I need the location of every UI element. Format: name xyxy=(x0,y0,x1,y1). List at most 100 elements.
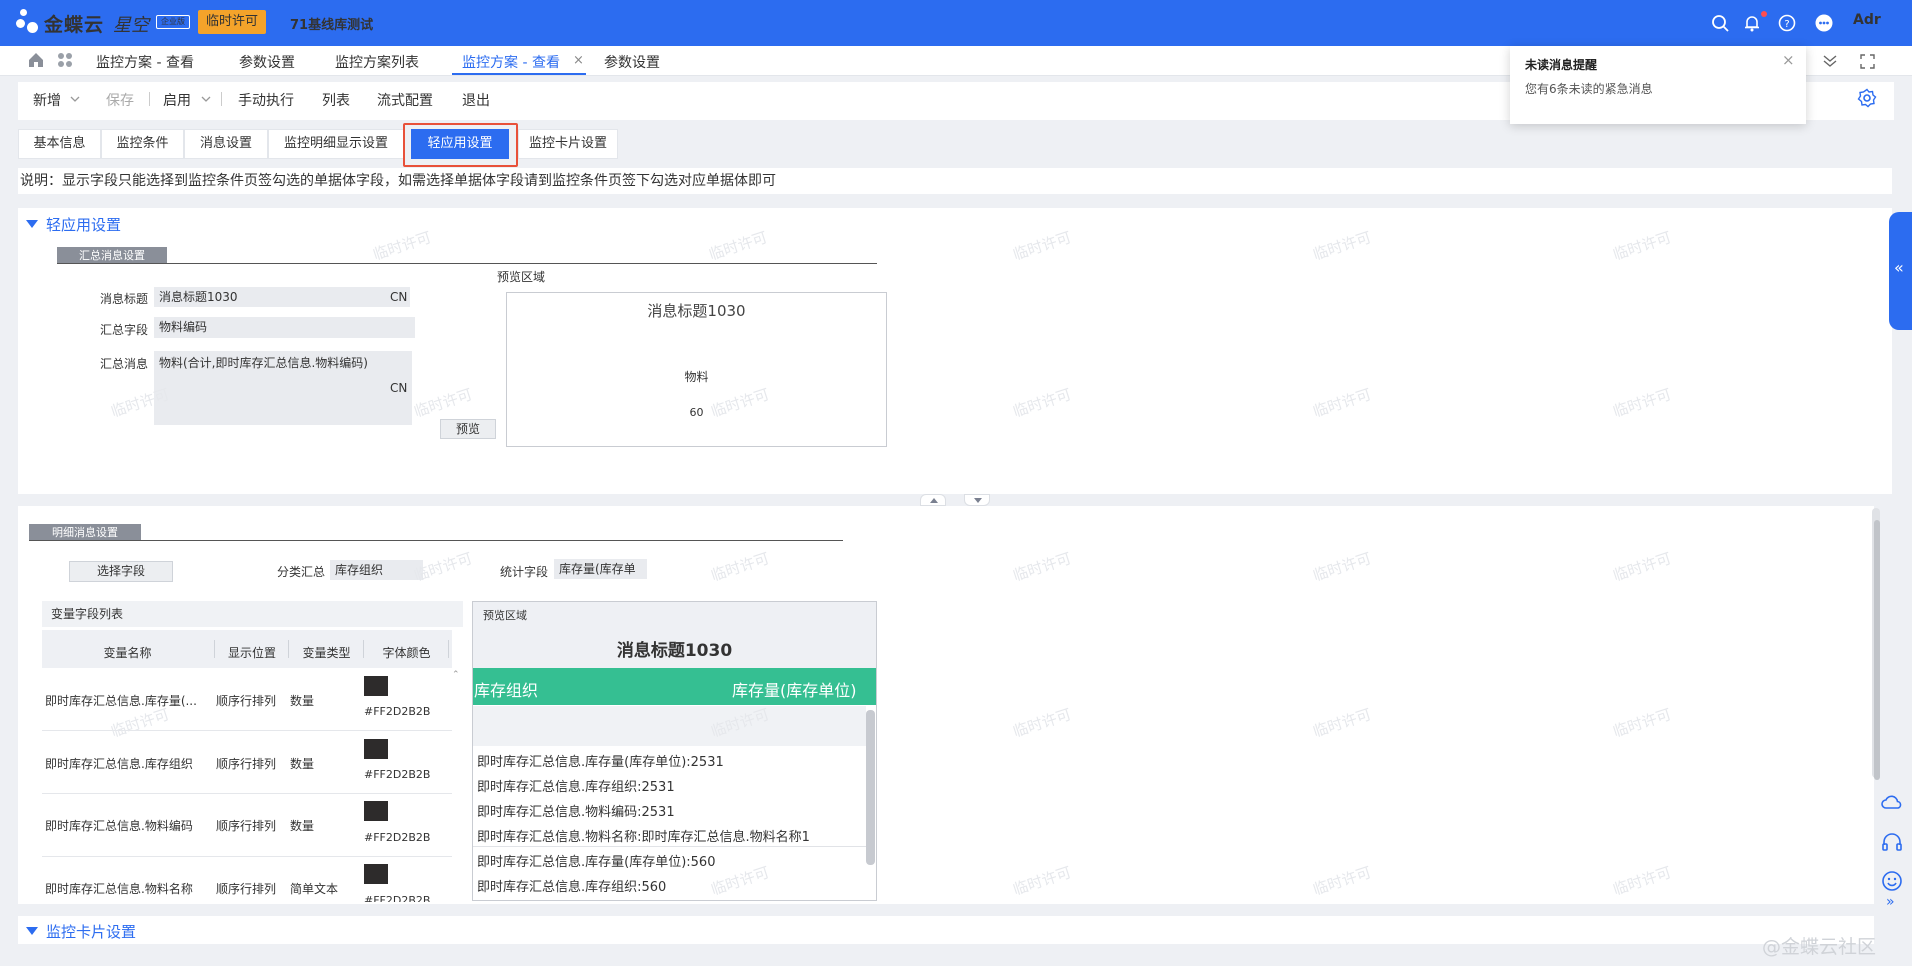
group-by-input[interactable]: 库存组织 xyxy=(330,560,423,580)
summary-field-label: 汇总字段 xyxy=(100,323,149,337)
fullscreen-icon[interactable] xyxy=(1860,54,1875,69)
row-position[interactable]: 顺序行排列 xyxy=(216,755,276,772)
msg-title-input[interactable]: 消息标题1030 xyxy=(154,287,410,307)
new-button[interactable]: 新增 xyxy=(33,90,61,110)
lang-cn-tag[interactable]: CN xyxy=(390,290,407,304)
chevron-down-icon[interactable] xyxy=(201,95,211,103)
help-icon[interactable]: ? xyxy=(1777,13,1797,33)
select-field-button[interactable]: 选择字段 xyxy=(69,561,173,582)
row-position[interactable]: 顺序行排列 xyxy=(216,817,276,834)
row-type[interactable]: 数量 xyxy=(290,692,314,709)
row-type[interactable]: 简单文本 xyxy=(290,880,338,897)
close-icon[interactable]: × xyxy=(1782,51,1795,69)
light-app-section-title[interactable]: 轻应用设置 xyxy=(46,214,121,235)
detail-preview-label: 预览区域 xyxy=(483,609,527,622)
color-swatch[interactable] xyxy=(364,801,388,821)
exit-button[interactable]: 退出 xyxy=(462,90,490,110)
row-var-name[interactable]: 即时库存汇总信息.库存组织 xyxy=(45,755,193,772)
preview-button[interactable]: 预览 xyxy=(440,419,496,439)
lang-cn-tag[interactable]: CN xyxy=(390,381,407,395)
bell-icon[interactable] xyxy=(1742,13,1762,33)
save-button[interactable]: 保存 xyxy=(106,90,134,110)
preview-scrollbar[interactable] xyxy=(866,710,875,865)
color-swatch[interactable] xyxy=(364,864,388,884)
summary-msg-textarea[interactable]: 物料(合计,即时库存汇总信息.物料编码) xyxy=(154,351,412,425)
apps-grid-icon[interactable] xyxy=(57,52,73,68)
nav-tab-params-1[interactable]: 参数设置 xyxy=(239,52,295,72)
home-icon[interactable] xyxy=(27,51,45,69)
row-var-name[interactable]: 即时库存汇总信息.物料名称 xyxy=(45,880,193,897)
headset-icon[interactable] xyxy=(1880,830,1904,854)
notification-body[interactable]: 您有6条未读的紧急消息 xyxy=(1525,80,1653,97)
monitor-card-section-title[interactable]: 监控卡片设置 xyxy=(46,921,136,942)
enable-button[interactable]: 启用 xyxy=(163,90,191,110)
detail-group-tag: 明细消息设置 xyxy=(29,524,141,541)
license-button[interactable]: 临时许可 xyxy=(198,10,266,34)
row-position[interactable]: 顺序行排列 xyxy=(216,692,276,709)
nav-tab-monitor-list[interactable]: 监控方案列表 xyxy=(335,52,419,72)
group-by-label: 分类汇总 xyxy=(277,565,326,579)
nav-tab-params-2[interactable]: 参数设置 xyxy=(604,52,660,72)
preview-line: 即时库存汇总信息.物料名称:即时库存汇总信息.物料名称1 xyxy=(477,830,810,845)
manual-run-button[interactable]: 手动执行 xyxy=(238,90,294,110)
row-position[interactable]: 顺序行排列 xyxy=(216,880,276,897)
svg-text:?: ? xyxy=(1784,19,1789,30)
collapse-down-button[interactable] xyxy=(964,494,990,506)
cloud-icon[interactable] xyxy=(1880,790,1904,814)
col-var-name: 变量名称 xyxy=(103,646,152,660)
color-swatch[interactable] xyxy=(364,676,388,696)
close-tab-icon[interactable]: × xyxy=(573,53,584,68)
footer-credit: @金蝶云社区 xyxy=(1762,936,1877,958)
collapse-triangle-icon[interactable] xyxy=(26,927,38,935)
unread-notification-popup: 未读消息提醒 × 您有6条未读的紧急消息 xyxy=(1510,46,1806,124)
nav-tab-monitor-view-1[interactable]: 监控方案 - 查看 xyxy=(96,52,194,72)
row-separator xyxy=(42,730,452,731)
toolbar-separator xyxy=(149,92,150,106)
search-icon[interactable] xyxy=(1710,13,1730,33)
subtab-detail-display[interactable]: 监控明细显示设置 xyxy=(268,129,404,159)
preview-area-label: 预览区域 xyxy=(497,270,546,284)
col-font-color: 字体颜色 xyxy=(382,646,431,660)
toolbar-separator xyxy=(221,92,222,106)
active-tab-underline xyxy=(452,73,586,75)
notification-title: 未读消息提醒 xyxy=(1525,58,1598,72)
list-button[interactable]: 列表 xyxy=(322,90,350,110)
description-text: 说明：显示字段只能选择到监控条件页签勾选的单据体字段，如需选择单据体字段请到监控… xyxy=(18,168,1892,194)
double-chevron-right-icon[interactable]: » xyxy=(1886,894,1895,910)
page-scrollbar-thumb[interactable] xyxy=(1874,520,1880,780)
subtab-monitor-card[interactable]: 监控卡片设置 xyxy=(518,129,618,159)
user-name[interactable]: Adr xyxy=(1853,12,1881,28)
collapse-tabs-icon[interactable] xyxy=(1822,54,1838,68)
row-var-name[interactable]: 即时库存汇总信息.库存量(... xyxy=(45,692,197,709)
row-var-name[interactable]: 即时库存汇总信息.物料编码 xyxy=(45,817,193,834)
chevron-up-icon xyxy=(930,498,938,503)
side-panel-toggle[interactable]: « xyxy=(1889,212,1912,330)
collapse-up-button[interactable] xyxy=(920,494,946,506)
row-type[interactable]: 数量 xyxy=(290,755,314,772)
smile-icon[interactable] xyxy=(1880,869,1904,893)
msg-title-label: 消息标题 xyxy=(100,292,149,306)
flow-config-button[interactable]: 流式配置 xyxy=(377,90,433,110)
stat-field-input[interactable]: 库存量(库存单 xyxy=(554,559,647,579)
tenant-name[interactable]: 71基线库测试 xyxy=(290,14,373,33)
collapse-triangle-icon[interactable] xyxy=(26,220,38,228)
subtab-monitor-conditions[interactable]: 监控条件 xyxy=(101,129,184,159)
chevron-down-icon[interactable] xyxy=(70,95,80,103)
settings-gear-icon[interactable] xyxy=(1857,88,1877,108)
subtab-message-settings[interactable]: 消息设置 xyxy=(184,129,268,159)
subtab-basic-info[interactable]: 基本信息 xyxy=(18,129,101,159)
row-type[interactable]: 数量 xyxy=(290,817,314,834)
logo-subtext: 星空 xyxy=(113,15,149,36)
logo-icon xyxy=(16,6,42,38)
col-divider xyxy=(288,640,289,658)
summary-msg-label: 汇总消息 xyxy=(100,357,149,371)
preview-line: 即时库存汇总信息.库存量(库存单位):560 xyxy=(477,855,716,870)
nav-tab-monitor-view-active[interactable]: 监控方案 - 查看 xyxy=(462,52,560,72)
color-swatch[interactable] xyxy=(364,739,388,759)
scroll-up-icon[interactable]: ⌃ xyxy=(452,670,460,680)
row-color-code: #FF2D2B2B xyxy=(364,831,431,844)
stat-field-label: 统计字段 xyxy=(500,565,549,579)
summary-msg-text: 物料(合计,即时库存汇总信息.物料编码) xyxy=(159,356,368,370)
avatar-icon[interactable] xyxy=(1814,13,1834,33)
summary-field-input[interactable]: 物料编码 xyxy=(154,317,415,338)
